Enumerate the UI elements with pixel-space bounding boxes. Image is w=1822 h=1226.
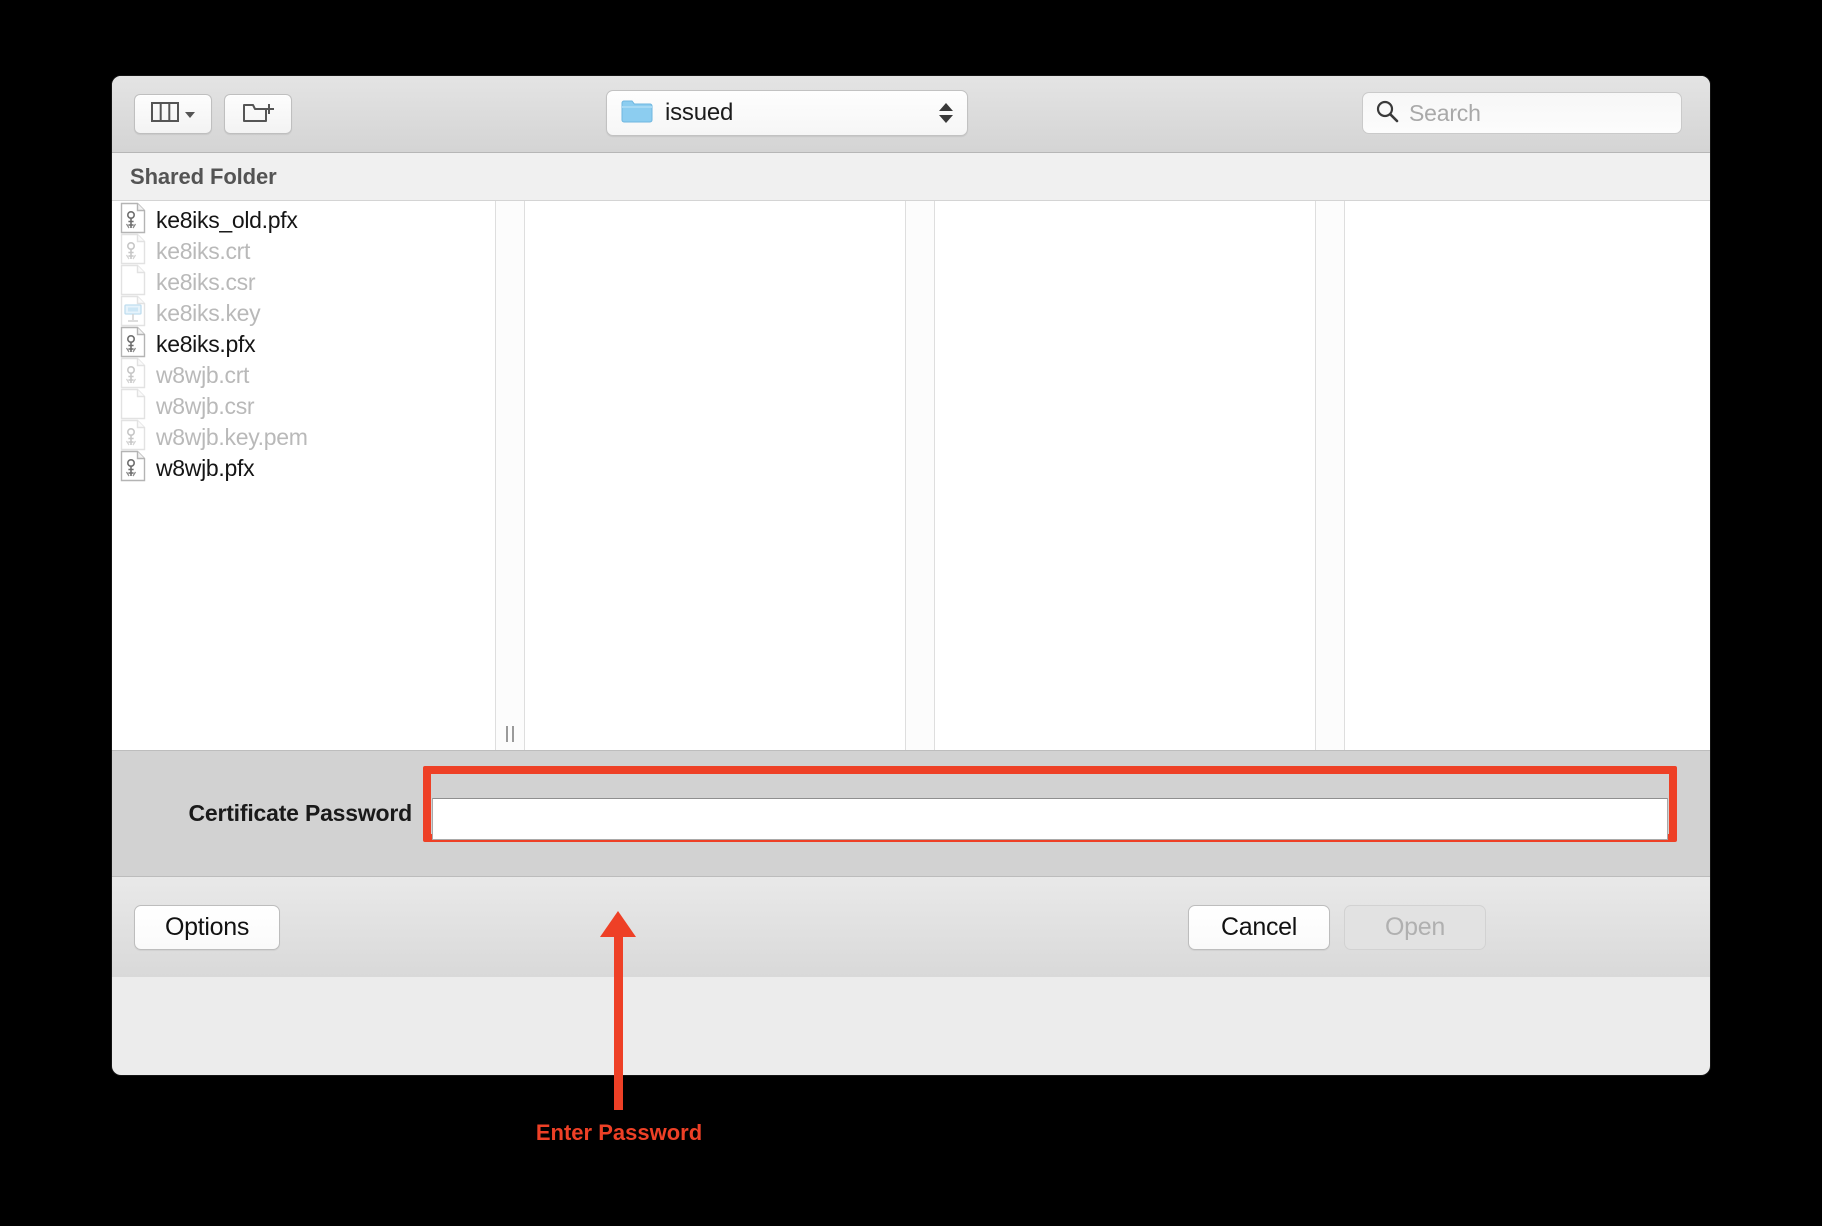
file-row: ke8iks.key [112, 295, 495, 332]
file-name: ke8iks_old.pfx [156, 207, 298, 233]
file-row[interactable]: w8wjb.pfx [112, 450, 495, 484]
up-down-chevron-icon [939, 103, 953, 123]
folder-path-label: issued [665, 99, 734, 126]
column-divider-2[interactable] [905, 201, 935, 750]
cancel-button[interactable]: Cancel [1188, 905, 1330, 950]
column-view-icon [151, 101, 179, 127]
annotation-arrow-shaft [614, 933, 623, 1110]
folder-path-popup-button[interactable]: issued [606, 90, 968, 136]
options-button[interactable]: Options [134, 905, 280, 950]
new-folder-button[interactable] [224, 94, 292, 134]
screenshot-canvas: issued Search Shared Folder ke8iks_old.p… [0, 0, 1822, 1226]
new-folder-icon [242, 100, 274, 129]
view-mode-button[interactable] [134, 94, 212, 134]
annotation-arrow-head [600, 911, 636, 937]
column-divider-3[interactable] [1315, 201, 1345, 750]
search-placeholder-text: Search [1409, 99, 1481, 126]
certificate-password-label: Certificate Password [188, 800, 412, 826]
file-row: w8wjb.crt [112, 357, 495, 391]
file-name: ke8iks.pfx [156, 331, 256, 357]
file-name: w8wjb.pfx [156, 455, 255, 481]
folder-icon [621, 98, 653, 128]
file-name: w8wjb.crt [156, 362, 250, 388]
file-list-column[interactable]: ke8iks_old.pfx ke8iks.crt ke8iks.csr ke8… [112, 201, 495, 484]
shared-folder-header: Shared Folder [112, 153, 1710, 201]
section-title: Shared Folder [130, 163, 277, 189]
column-browser: ke8iks_old.pfx ke8iks.crt ke8iks.csr ke8… [112, 201, 1710, 750]
keynote-document-icon [120, 295, 146, 332]
search-icon [1375, 99, 1399, 128]
accessory-password-pane: Certificate Password [112, 750, 1710, 876]
dialog-toolbar: issued Search [112, 76, 1710, 153]
annotation-label: Enter Password [535, 1120, 703, 1145]
file-row: ke8iks.csr [112, 264, 495, 298]
file-name: w8wjb.csr [156, 393, 255, 419]
file-name: ke8iks.crt [156, 238, 251, 264]
file-row[interactable]: ke8iks.pfx [112, 326, 495, 360]
certificate-password-input[interactable] [432, 798, 1668, 840]
chevron-down-icon [185, 111, 195, 118]
file-row: w8wjb.key.pem [112, 419, 495, 456]
certificate-keychain-icon [120, 419, 146, 456]
file-name: w8wjb.key.pem [156, 424, 308, 450]
file-row: ke8iks.crt [112, 233, 495, 267]
file-name: ke8iks.key [156, 300, 261, 326]
search-field[interactable]: Search [1362, 92, 1682, 134]
column-resize-grip[interactable] [506, 726, 514, 742]
file-row[interactable]: ke8iks_old.pfx [112, 202, 495, 236]
file-name: ke8iks.csr [156, 269, 256, 295]
file-row: w8wjb.csr [112, 388, 495, 422]
open-button: Open [1344, 905, 1486, 950]
open-file-dialog: issued Search Shared Folder ke8iks_old.p… [112, 76, 1710, 1075]
dialog-bottom-bar: Options Cancel Open [112, 876, 1710, 977]
column-divider-1[interactable] [495, 201, 525, 750]
